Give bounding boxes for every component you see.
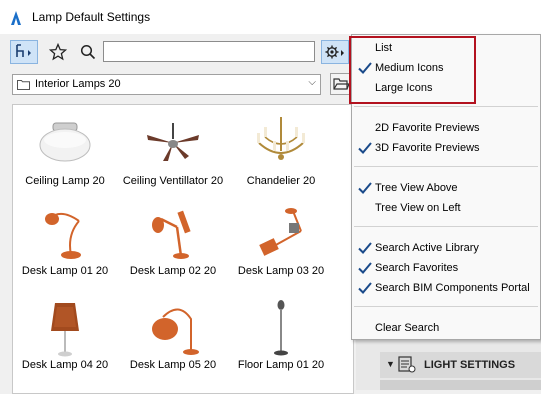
desk-lamp-icon xyxy=(45,212,81,259)
desk-lamp-icon xyxy=(152,308,199,355)
star-icon xyxy=(49,43,67,61)
checkmark-icon xyxy=(358,242,372,254)
item-label: Desk Lamp 04 20 xyxy=(21,359,109,371)
menu-item-tree-view-on-left[interactable]: Tree View on Left xyxy=(352,199,540,219)
item-label: Desk Lamp 01 20 xyxy=(21,265,109,277)
checkmark-icon xyxy=(358,282,372,294)
item-label: Desk Lamp 02 20 xyxy=(129,265,217,277)
search-input[interactable] xyxy=(103,41,315,62)
grid-item[interactable]: Desk Lamp 03 20 xyxy=(229,205,333,278)
grid-item[interactable]: Ceiling Ventillator 20 xyxy=(121,115,225,188)
desk-lamp-icon xyxy=(259,208,302,256)
window-title: Lamp Default Settings xyxy=(32,10,151,24)
gear-icon xyxy=(325,45,344,59)
menu-item-search-bim-components-portal[interactable]: Search BIM Components Portal xyxy=(352,279,540,299)
tree-chair-icon xyxy=(16,44,31,57)
archicad-app-icon xyxy=(11,11,21,25)
menu-item-search-active-library[interactable]: Search Active Library xyxy=(352,239,540,259)
grid-item[interactable]: Chandelier 20 xyxy=(229,115,333,188)
menu-separator xyxy=(354,306,538,307)
tree-view-button[interactable] xyxy=(10,40,38,64)
chevron-down-icon: ⌵ xyxy=(308,77,316,88)
menu-item-tree-view-above[interactable]: Tree View Above xyxy=(352,179,540,199)
menu-item-search-favorites[interactable]: Search Favorites xyxy=(352,259,540,279)
grid-item[interactable]: Desk Lamp 01 20 xyxy=(13,205,117,278)
checkmark-icon xyxy=(358,262,372,274)
highlight-box xyxy=(349,36,476,104)
grid-item[interactable]: Floor Lamp 01 20 xyxy=(229,297,333,372)
light-settings-label: LIGHT SETTINGS xyxy=(424,359,516,371)
title-bar: Lamp Default Settings xyxy=(0,0,541,34)
grid-item[interactable]: Desk Lamp 05 20 xyxy=(121,297,225,372)
favorites-button[interactable] xyxy=(44,40,72,64)
search-button[interactable] xyxy=(74,40,102,64)
item-label: Ceiling Lamp 20 xyxy=(25,175,105,187)
folder-open-icon xyxy=(333,78,350,90)
menu-separator xyxy=(354,226,538,227)
checkmark-icon xyxy=(358,142,372,154)
item-label: Chandelier 20 xyxy=(246,175,316,187)
folder-label: Interior Lamps 20 xyxy=(35,78,121,90)
light-settings-header[interactable]: ▼ LIGHT SETTINGS xyxy=(380,352,541,378)
object-grid: Ceiling Lamp 20 Ceiling Ventillator 20 C… xyxy=(12,104,354,394)
search-icon xyxy=(80,44,96,60)
item-label: Desk Lamp 03 20 xyxy=(237,265,325,277)
collapse-arrow-icon: ▼ xyxy=(386,359,395,369)
folder-icon xyxy=(17,80,30,90)
item-label: Floor Lamp 01 20 xyxy=(237,359,325,371)
menu-item-2d-favorite-previews[interactable]: 2D Favorite Previews xyxy=(352,119,540,139)
grid-item[interactable]: Desk Lamp 02 20 xyxy=(121,205,225,278)
folder-select[interactable]: Interior Lamps 20 ⌵ xyxy=(12,74,321,95)
ceiling-lamp-icon xyxy=(39,122,91,162)
menu-item-clear-search[interactable]: Clear Search xyxy=(352,319,540,339)
chandelier-icon xyxy=(257,117,305,160)
desk-lamp-icon xyxy=(152,210,191,259)
desk-lamp-icon xyxy=(51,303,79,357)
menu-item-3d-favorite-previews[interactable]: 3D Favorite Previews xyxy=(352,139,540,159)
floor-lamp-icon xyxy=(274,300,288,356)
panel-toolbar xyxy=(380,380,541,390)
item-label: Desk Lamp 05 20 xyxy=(129,359,217,371)
view-settings-button[interactable] xyxy=(321,40,349,64)
light-settings-icon xyxy=(398,356,416,373)
ceiling-fan-icon xyxy=(147,123,199,161)
checkmark-icon xyxy=(358,182,372,194)
menu-separator xyxy=(354,166,538,167)
item-label: Ceiling Ventillator 20 xyxy=(122,175,224,187)
grid-item[interactable]: Desk Lamp 04 20 xyxy=(13,297,117,372)
menu-separator xyxy=(354,106,538,107)
grid-item[interactable]: Ceiling Lamp 20 xyxy=(13,115,117,188)
